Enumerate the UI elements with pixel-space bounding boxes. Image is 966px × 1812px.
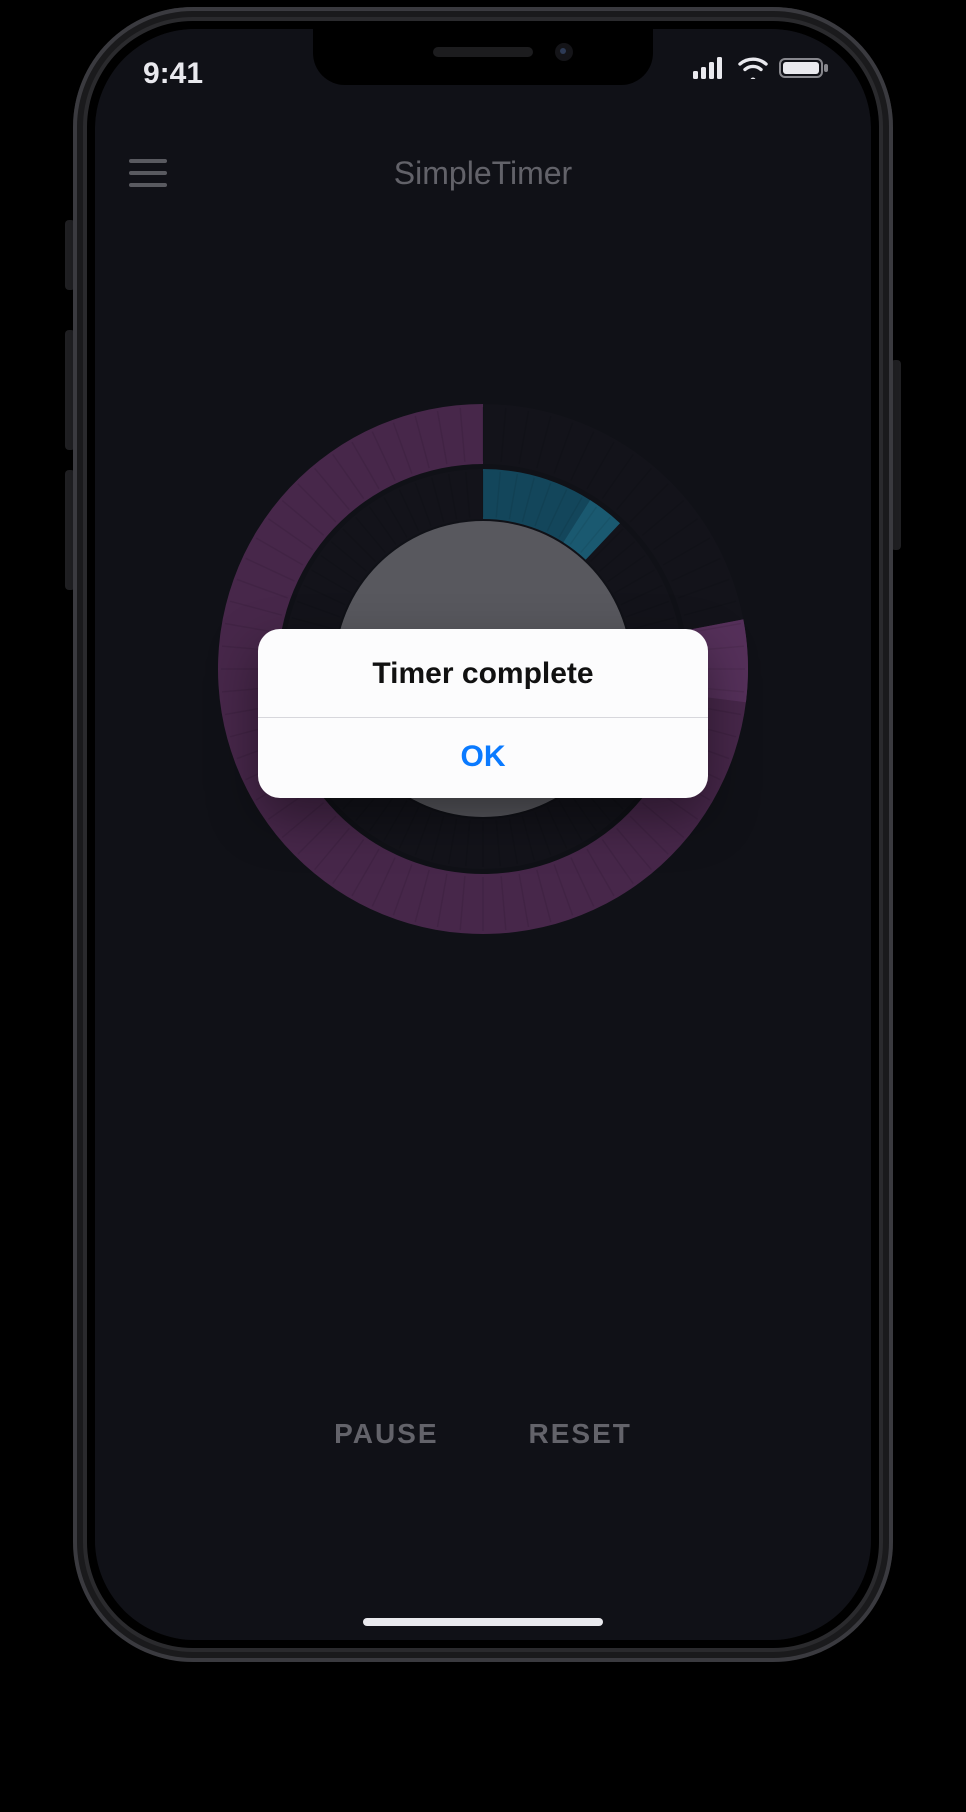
home-indicator[interactable]: [363, 1618, 603, 1626]
cellular-icon: [693, 57, 727, 79]
front-camera: [555, 43, 573, 61]
notch: [313, 29, 653, 85]
battery-icon: [779, 57, 829, 79]
wifi-icon: [737, 57, 769, 79]
status-icons: [693, 57, 829, 79]
alert-ok-button[interactable]: OK: [258, 718, 708, 798]
speaker-grill: [433, 47, 533, 57]
screen: 9:41: [95, 29, 871, 1640]
modal-backdrop[interactable]: [95, 29, 871, 1640]
status-time: 9:41: [143, 57, 203, 91]
alert-title: Timer complete: [258, 629, 708, 717]
phone-frame: 9:41: [73, 7, 893, 1662]
alert-dialog: Timer complete OK: [258, 629, 708, 798]
